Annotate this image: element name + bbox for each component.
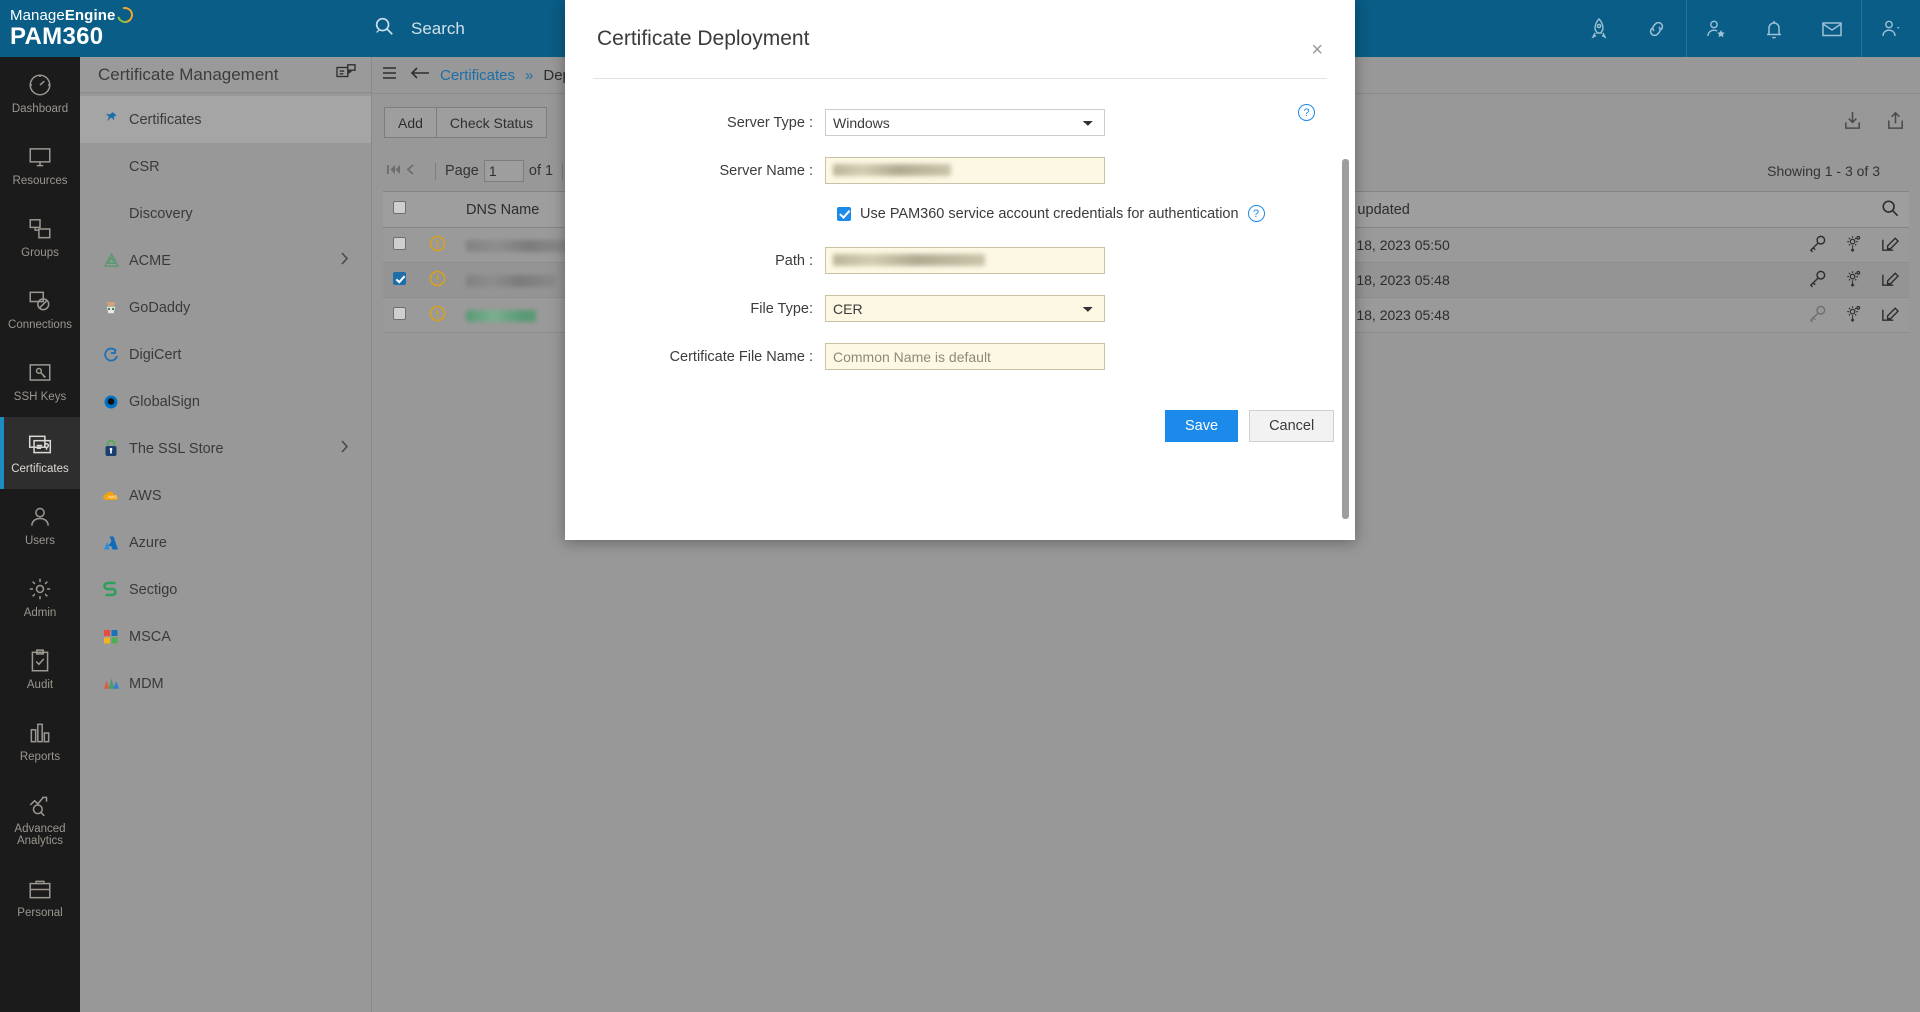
field-use-service-account[interactable]: Use PAM360 service account credentials f… bbox=[825, 205, 1355, 222]
app-root: ManageEngine PAM360 bbox=[0, 0, 1920, 1012]
certificate-file-name-input[interactable] bbox=[825, 343, 1105, 370]
dialog-body: ? Server Type : Windows Server Name : bbox=[565, 79, 1355, 540]
certificate-file-name-label: Certificate File Name : bbox=[565, 349, 825, 365]
field-certificate-file-name: Certificate File Name : bbox=[565, 343, 1355, 370]
close-icon[interactable]: × bbox=[1311, 40, 1323, 60]
save-button[interactable]: Save bbox=[1165, 410, 1238, 442]
server-type-select[interactable]: Windows bbox=[825, 109, 1105, 136]
field-path: Path : bbox=[565, 247, 1355, 274]
redacted-value bbox=[833, 164, 951, 176]
file-type-label: File Type: bbox=[565, 301, 825, 317]
field-file-type: File Type: CER bbox=[565, 295, 1355, 322]
redacted-value bbox=[833, 254, 985, 266]
use-service-account-checkbox[interactable] bbox=[837, 207, 851, 221]
server-type-label: Server Type : bbox=[565, 115, 825, 131]
server-name-label: Server Name : bbox=[565, 163, 825, 179]
help-circle-icon[interactable]: ? bbox=[1248, 205, 1265, 222]
dialog-header: Certificate Deployment × bbox=[565, 0, 1355, 78]
file-type-select[interactable]: CER bbox=[825, 295, 1105, 322]
certificate-deployment-dialog: Certificate Deployment × ? Server Type :… bbox=[565, 0, 1355, 540]
path-label: Path : bbox=[565, 253, 825, 269]
cancel-button[interactable]: Cancel bbox=[1249, 410, 1334, 442]
dialog-actions: Save Cancel bbox=[1165, 410, 1355, 442]
help-circle-icon[interactable]: ? bbox=[1298, 104, 1315, 121]
use-service-account-label: Use PAM360 service account credentials f… bbox=[860, 206, 1239, 222]
field-server-type: Server Type : Windows bbox=[565, 109, 1355, 136]
dialog-title: Certificate Deployment bbox=[597, 27, 809, 51]
field-server-name: Server Name : bbox=[565, 157, 1355, 184]
dialog-scrollbar[interactable] bbox=[1342, 159, 1349, 519]
